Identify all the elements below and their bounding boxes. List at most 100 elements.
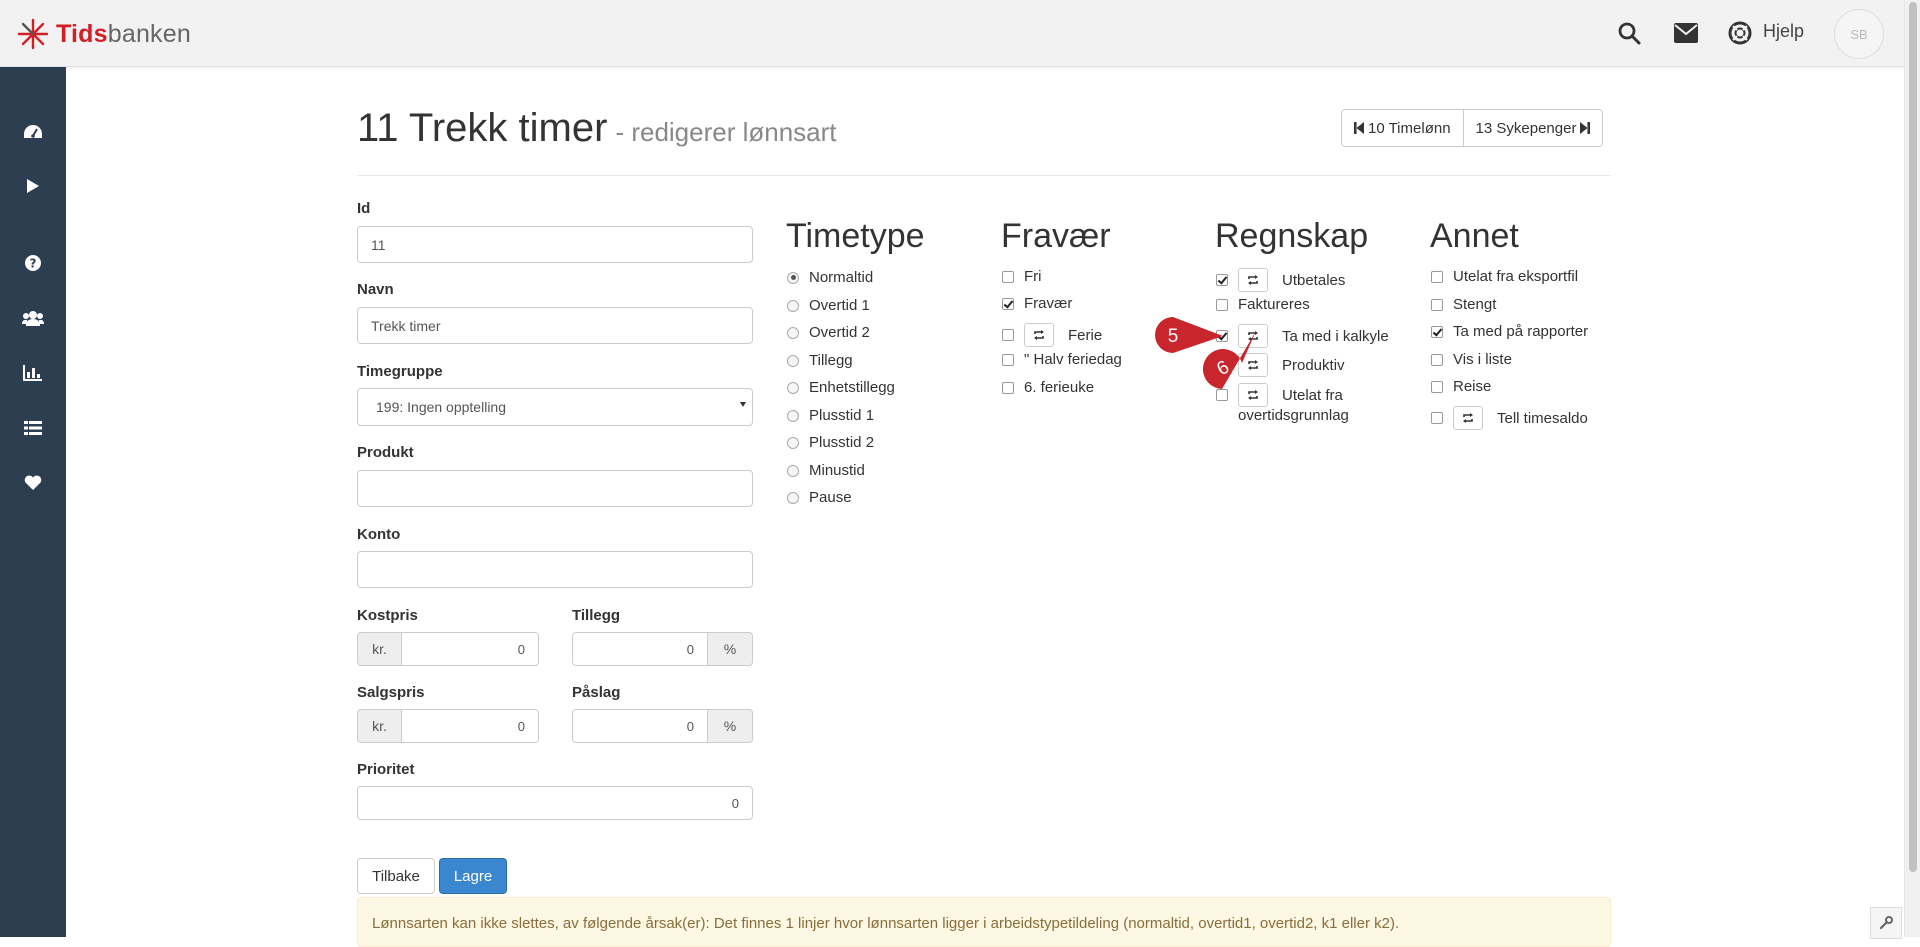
sync-button[interactable]: [1238, 268, 1268, 292]
radio-button[interactable]: [787, 299, 799, 312]
avatar[interactable]: SB: [1834, 9, 1884, 59]
annet-item[interactable]: Ta med på rapporter: [1431, 323, 1588, 340]
refresh-icon: [1463, 413, 1473, 423]
fravaer-item[interactable]: Ferie: [1002, 323, 1102, 347]
regnskap-item-label: Produktiv: [1282, 356, 1345, 374]
timetype-option[interactable]: Tillegg: [787, 352, 853, 369]
fravaer-item[interactable]: Fravær: [1002, 295, 1072, 312]
timetype-option-label: Normaltid: [809, 269, 874, 286]
wrench-icon[interactable]: [1870, 907, 1902, 939]
checkbox[interactable]: [1431, 353, 1443, 366]
checkbox[interactable]: [1002, 329, 1014, 341]
lifebuoy-icon[interactable]: [1728, 21, 1752, 45]
timetype-option-label: Tillegg: [809, 352, 853, 369]
timetype-option[interactable]: Enhetstillegg: [787, 379, 895, 396]
radio-button[interactable]: [787, 436, 799, 449]
page-scrollbar[interactable]: [1904, 0, 1920, 937]
sync-button[interactable]: [1453, 406, 1483, 430]
checkbox[interactable]: [1431, 298, 1443, 311]
refresh-icon: [1248, 390, 1258, 400]
regnskap-item[interactable]: Utbetales: [1216, 268, 1345, 292]
account-field[interactable]: [357, 551, 753, 588]
sidebar-item-users[interactable]: [0, 298, 66, 338]
timetype-option[interactable]: Pause: [787, 489, 852, 506]
timetype-option[interactable]: Normaltid: [787, 269, 873, 286]
checkbox[interactable]: [1431, 270, 1443, 283]
fravaer-item[interactable]: 6. ferieuke: [1002, 379, 1094, 396]
timetype-option[interactable]: Minustid: [787, 462, 865, 479]
mail-icon[interactable]: [1674, 23, 1698, 43]
annet-item[interactable]: Vis i liste: [1431, 351, 1512, 368]
timetype-option[interactable]: Plusstid 1: [787, 407, 874, 424]
annet-item[interactable]: Utelat fra eksportfil: [1431, 268, 1578, 285]
priority-field[interactable]: 0: [357, 786, 753, 820]
timetype-option-label: Overtid 2: [809, 324, 870, 341]
checkbox[interactable]: [1431, 412, 1443, 424]
sidebar-item-dashboard[interactable]: [0, 112, 66, 152]
checkbox[interactable]: [1216, 298, 1228, 311]
checkbox[interactable]: [1216, 274, 1228, 286]
timetype-option[interactable]: Plusstid 2: [787, 434, 874, 451]
sidebar-item-help[interactable]: ?: [0, 243, 66, 283]
radio-button[interactable]: [787, 326, 799, 339]
regnskap-item[interactable]: Faktureres: [1216, 296, 1310, 313]
annotation-bubble-6: 6: [1202, 331, 1256, 389]
sale-currency-addon: kr.: [357, 709, 402, 743]
addition-field[interactable]: 0: [572, 632, 708, 666]
checkbox[interactable]: [1002, 297, 1014, 310]
other-heading: Annet: [1430, 217, 1519, 255]
annet-item[interactable]: Stengt: [1431, 296, 1496, 313]
markup-label: Påslag: [572, 684, 621, 701]
timetype-option-label: Minustid: [809, 462, 865, 479]
timegroup-select[interactable]: 199: Ingen opptelling: [357, 388, 753, 426]
logo-mark-icon: [17, 18, 49, 50]
cost-price-field[interactable]: 0: [401, 632, 539, 666]
id-field[interactable]: 11: [357, 226, 753, 263]
sidebar-item-list[interactable]: [0, 408, 66, 448]
search-icon[interactable]: [1617, 21, 1641, 45]
markup-field[interactable]: 0: [572, 709, 708, 743]
sidebar-item-favorites[interactable]: [0, 463, 66, 503]
page-title: 11 Trekk timer - redigerer lønnsart: [357, 106, 837, 151]
help-link[interactable]: Hjelp: [1763, 21, 1804, 42]
product-field[interactable]: [357, 470, 753, 507]
back-button[interactable]: Tilbake: [357, 858, 435, 894]
radio-button[interactable]: [787, 354, 799, 367]
previous-record-button[interactable]: 10 Timelønn: [1341, 109, 1464, 147]
refresh-icon: [1248, 275, 1258, 285]
product-label: Produkt: [357, 444, 414, 461]
checkbox[interactable]: [1002, 270, 1014, 283]
refresh-icon: [1034, 330, 1044, 340]
users-icon: [22, 311, 44, 326]
checkbox[interactable]: [1002, 353, 1014, 366]
sync-button[interactable]: [1024, 323, 1054, 347]
sidebar-item-reports[interactable]: [0, 353, 66, 393]
scrollbar-thumb[interactable]: [1909, 2, 1917, 872]
next-record-button[interactable]: 13 Sykepenger: [1463, 109, 1604, 147]
regnskap-item-label: Ta med i kalkyle: [1282, 327, 1389, 345]
previous-record-label: 10 Timelønn: [1368, 119, 1451, 137]
annet-item-label: Ta med på rapporter: [1453, 323, 1589, 340]
timetype-option[interactable]: Overtid 2: [787, 324, 870, 341]
annotation-5-label: 5: [1168, 326, 1179, 347]
radio-button[interactable]: [787, 271, 799, 284]
bar-chart-icon: [23, 365, 42, 381]
sale-price-field[interactable]: 0: [401, 709, 539, 743]
radio-button[interactable]: [787, 381, 799, 394]
brand-logo[interactable]: Tidsbanken: [16, 17, 191, 51]
annet-item[interactable]: Tell timesaldo: [1431, 406, 1588, 430]
save-button[interactable]: Lagre: [439, 858, 507, 894]
sidebar-item-play[interactable]: [0, 166, 66, 206]
checkbox[interactable]: [1431, 380, 1443, 393]
radio-button[interactable]: [787, 491, 799, 504]
checkbox[interactable]: [1431, 325, 1443, 338]
annet-item[interactable]: Reise: [1431, 378, 1491, 395]
timetype-option[interactable]: Overtid 1: [787, 297, 870, 314]
checkbox[interactable]: [1002, 381, 1014, 394]
fravaer-item[interactable]: " Halv feriedag: [1002, 351, 1122, 368]
annet-item-label: Reise: [1453, 378, 1492, 395]
radio-button[interactable]: [787, 409, 799, 422]
radio-button[interactable]: [787, 464, 799, 477]
fravaer-item[interactable]: Fri: [1002, 268, 1042, 285]
name-field[interactable]: Trekk timer: [357, 307, 753, 344]
